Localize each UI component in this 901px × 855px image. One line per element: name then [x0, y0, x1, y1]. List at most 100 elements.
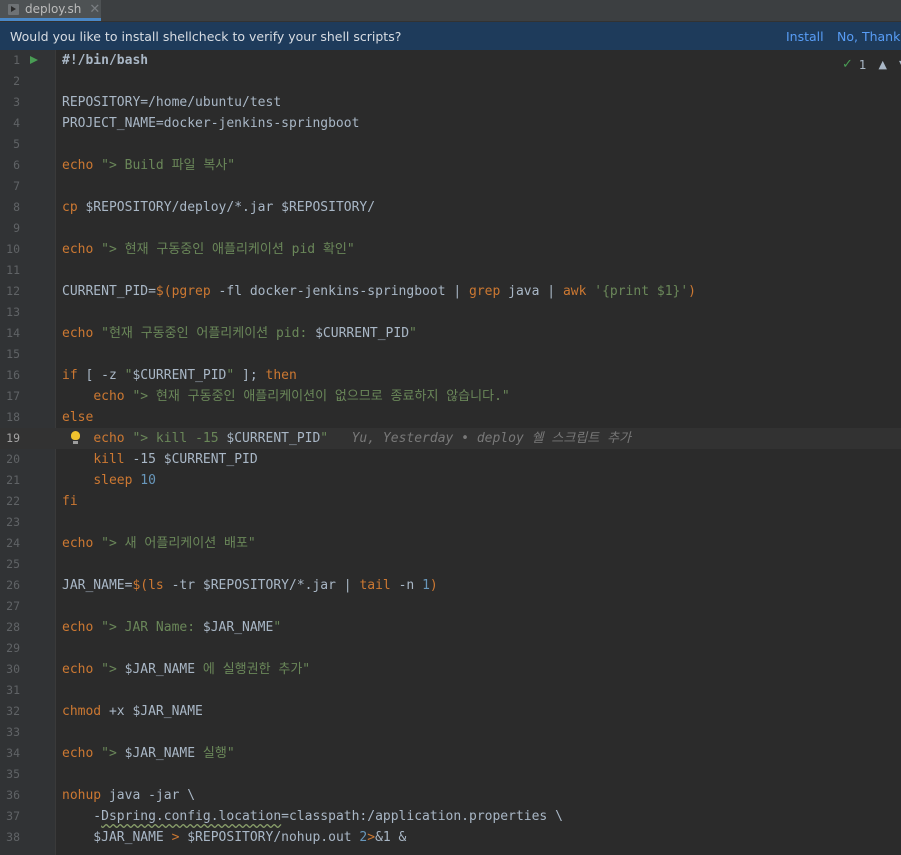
code-line[interactable]: 9 [0, 218, 901, 239]
code-line[interactable]: 32 chmod +x $JAR_NAME [0, 701, 901, 722]
code-token: -15 $CURRENT_PID [132, 452, 258, 467]
code-line[interactable]: 36 nohup java -jar \ [0, 785, 901, 806]
line-code: echo "> Build 파일 복사" [62, 155, 235, 176]
code-token: $( [132, 578, 149, 593]
code-line[interactable]: 26 JAR_NAME=$(ls -tr $REPOSITORY/*.jar | … [0, 575, 901, 596]
code-line[interactable]: 25 [0, 554, 901, 575]
line-number: 6 [13, 158, 20, 172]
code-line[interactable]: 3 REPOSITORY=/home/ubuntu/test [0, 92, 901, 113]
tab-filename: deploy.sh [25, 2, 82, 16]
editor-tab-bar: deploy.sh ✕ [0, 0, 901, 22]
code-line[interactable]: 22 fi [0, 491, 901, 512]
code-line[interactable]: 21 sleep 10 [0, 470, 901, 491]
code-token: tail [359, 578, 399, 593]
code-line[interactable]: 17 echo "> 현재 구동중인 애플리케이션이 없으므로 종료하지 않습니… [0, 386, 901, 407]
line-number: 37 [6, 809, 20, 823]
code-line[interactable]: 20 kill -15 $CURRENT_PID [0, 449, 901, 470]
code-token: ) [429, 578, 438, 593]
code-token: echo [62, 746, 102, 761]
code-line[interactable]: 28 echo "> JAR Name: $JAR_NAME" [0, 617, 901, 638]
line-code: cp $REPOSITORY/deploy/*.jar $REPOSITORY/ [62, 197, 375, 218]
line-code: $JAR_NAME > $REPOSITORY/nohup.out 2>&1 & [62, 827, 406, 848]
line-number: 14 [6, 326, 20, 340]
code-line[interactable]: 8 cp $REPOSITORY/deploy/*.jar $REPOSITORY… [0, 197, 901, 218]
code-token: Dspring.config.location [101, 809, 282, 824]
code-line[interactable]: 7 [0, 176, 901, 197]
line-code: echo "> 새 어플리케이션 배포" [62, 533, 256, 554]
check-icon: ✓ [842, 57, 853, 72]
line-number: 7 [13, 179, 20, 193]
code-line[interactable]: 1 #!/bin/bash [0, 50, 901, 71]
code-line[interactable]: 15 [0, 344, 901, 365]
code-line[interactable]: 30 echo "> $JAR_NAME 에 실행권한 추가" [0, 659, 901, 680]
no-thanks-link[interactable]: No, Thanks [837, 29, 901, 44]
line-number: 32 [6, 704, 20, 718]
code-line[interactable]: 27 [0, 596, 901, 617]
line-number: 24 [6, 536, 20, 550]
code-token: ]; [234, 368, 266, 383]
code-line[interactable]: 31 [0, 680, 901, 701]
inspection-count: 1 [858, 57, 867, 72]
line-number: 26 [6, 578, 20, 592]
line-code: echo "> kill -15 $CURRENT_PID" Yu, Yeste… [62, 428, 631, 449]
code-line[interactable]: 11 [0, 260, 901, 281]
line-number: 31 [6, 683, 20, 697]
code-token: grep [469, 284, 509, 299]
install-link[interactable]: Install [786, 29, 824, 44]
close-icon[interactable]: ✕ [89, 2, 100, 17]
code-line[interactable]: 4 PROJECT_NAME=docker-jenkins-springboot [0, 113, 901, 134]
code-line[interactable]: 38 $JAR_NAME > $REPOSITORY/nohup.out 2>&… [0, 827, 901, 848]
code-line[interactable]: 5 [0, 134, 901, 155]
line-code: fi [62, 491, 78, 512]
code-token: "> [101, 662, 125, 677]
line-number: 36 [6, 788, 20, 802]
line-code: if [ -z "$CURRENT_PID" ]; then [62, 365, 297, 386]
code-editor[interactable]: 1 #!/bin/bash 2 3 REPOSITORY=/home/ubuntu/te… [0, 50, 901, 855]
code-line[interactable]: 12 CURRENT_PID=$(pgrep -fl docker-jenkins… [0, 281, 901, 302]
code-token: "> 현재 구동중인 애플리케이션이 없으므로 종료하지 않습니다." [132, 389, 510, 404]
line-number: 33 [6, 725, 20, 739]
code-line[interactable]: 29 [0, 638, 901, 659]
code-line[interactable]: 33 [0, 722, 901, 743]
run-icon[interactable] [30, 56, 38, 64]
git-blame-hint: Yu, Yesterday • deploy 쉘 스크립트 추가 [328, 431, 631, 446]
code-token: fi [62, 494, 78, 509]
inspection-widget[interactable]: ✓ 1 ▲ ▼ [842, 57, 901, 72]
code-line[interactable]: 13 [0, 302, 901, 323]
code-token: -tr $REPOSITORY/*.jar | [171, 578, 360, 593]
code-line[interactable]: 16 if [ -z "$CURRENT_PID" ]; then [0, 365, 901, 386]
line-number: 22 [6, 494, 20, 508]
line-code: JAR_NAME=$(ls -tr $REPOSITORY/*.jar | ta… [62, 575, 438, 596]
code-token: " [273, 620, 282, 635]
shellcheck-notification-banner: Would you like to install shellcheck to … [0, 22, 901, 50]
code-token: echo [62, 326, 102, 341]
code-line[interactable]: 18 else [0, 407, 901, 428]
code-line[interactable]: 2 [0, 71, 901, 92]
code-token: $JAR_NAME [62, 830, 172, 845]
code-token: +x $JAR_NAME [108, 704, 203, 719]
code-token: " [320, 431, 329, 446]
tab-deploy-sh[interactable]: deploy.sh ✕ [0, 0, 101, 21]
code-token: "현재 구동중인 어플리케이션 pid: [101, 326, 316, 341]
line-number: 10 [6, 242, 20, 256]
code-line[interactable]: 35 [0, 764, 901, 785]
code-line[interactable]: 37 -Dspring.config.location=classpath:/a… [0, 806, 901, 827]
code-token: sleep [93, 473, 141, 488]
code-line[interactable]: 6 echo "> Build 파일 복사" [0, 155, 901, 176]
code-token: $CURRENT_PID [226, 431, 321, 446]
code-token: "> JAR Name: [101, 620, 203, 635]
code-line[interactable]: 23 [0, 512, 901, 533]
code-line[interactable]: 34 echo "> $JAR_NAME 실행" [0, 743, 901, 764]
code-line[interactable]: 24 echo "> 새 어플리케이션 배포" [0, 533, 901, 554]
code-token: echo [62, 536, 102, 551]
line-code: #!/bin/bash [62, 50, 148, 71]
code-line[interactable]: 14 echo "현재 구동중인 어플리케이션 pid: $CURRENT_PID… [0, 323, 901, 344]
chevron-up-icon[interactable]: ▲ [879, 58, 887, 71]
code-line[interactable]: 10 echo "> 현재 구동중인 애플리케이션 pid 확인" [0, 239, 901, 260]
code-line[interactable]: 19 echo "> kill -15 $CURRENT_PID" Yu, Ye… [0, 428, 901, 449]
line-number: 19 [6, 431, 20, 445]
code-token: $JAR_NAME [124, 746, 196, 761]
code-token: $REPOSITORY/deploy/*.jar $REPOSITORY/ [85, 200, 376, 215]
code-token: -n [398, 578, 423, 593]
